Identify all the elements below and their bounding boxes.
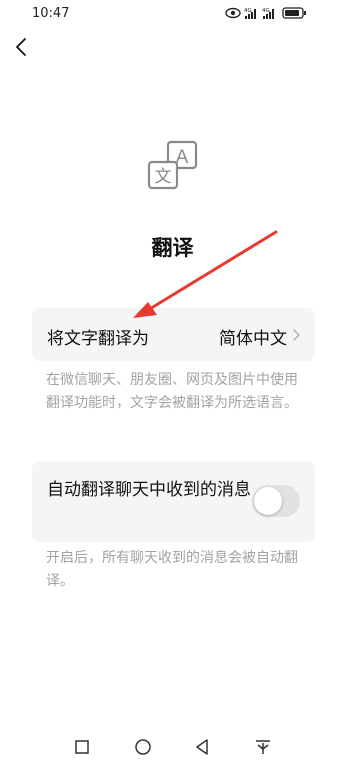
circle-icon[interactable] [133, 737, 153, 757]
auto-translate-row: 自动翻译聊天中收到的消息 [32, 461, 315, 542]
status-bar: 10:47 4G 4G [0, 0, 345, 28]
status-icons: 4G 4G [225, 7, 306, 19]
auto-translate-description: 开启后，所有聊天收到的消息会被自动翻译。 [46, 550, 298, 589]
square-icon[interactable] [72, 737, 92, 757]
toggle-knob [254, 487, 282, 515]
translate-language-description: 在微信聊天、朋友圈、网页及图片中使用翻译功能时，文字会被翻译为所选语言。 [46, 372, 298, 411]
translate-language-value: 简体中文 [219, 329, 287, 349]
back-button[interactable] [8, 33, 36, 61]
chevron-left-icon [16, 38, 26, 56]
translate-language-row[interactable]: 将文字翻译为 简体中文 [32, 308, 315, 361]
triangle-back-icon[interactable] [192, 737, 212, 757]
eye-icon [225, 7, 241, 19]
icon-glyph-front: 文 [155, 167, 172, 187]
system-nav-bar [0, 730, 345, 764]
auto-translate-toggle[interactable] [252, 485, 300, 517]
page-title: 翻译 [151, 236, 194, 260]
translate-icon: A 文 [147, 140, 198, 190]
network-label-1: 4G [244, 8, 252, 14]
auto-translate-label: 自动翻译聊天中收到的消息 [47, 480, 251, 500]
status-time: 10:47 [32, 6, 70, 21]
download-arrow-icon[interactable] [253, 737, 273, 757]
translate-language-label: 将文字翻译为 [47, 329, 149, 349]
battery-icon [282, 7, 306, 19]
network-label-2: 4G [262, 8, 270, 14]
chevron-right-icon [293, 329, 300, 341]
